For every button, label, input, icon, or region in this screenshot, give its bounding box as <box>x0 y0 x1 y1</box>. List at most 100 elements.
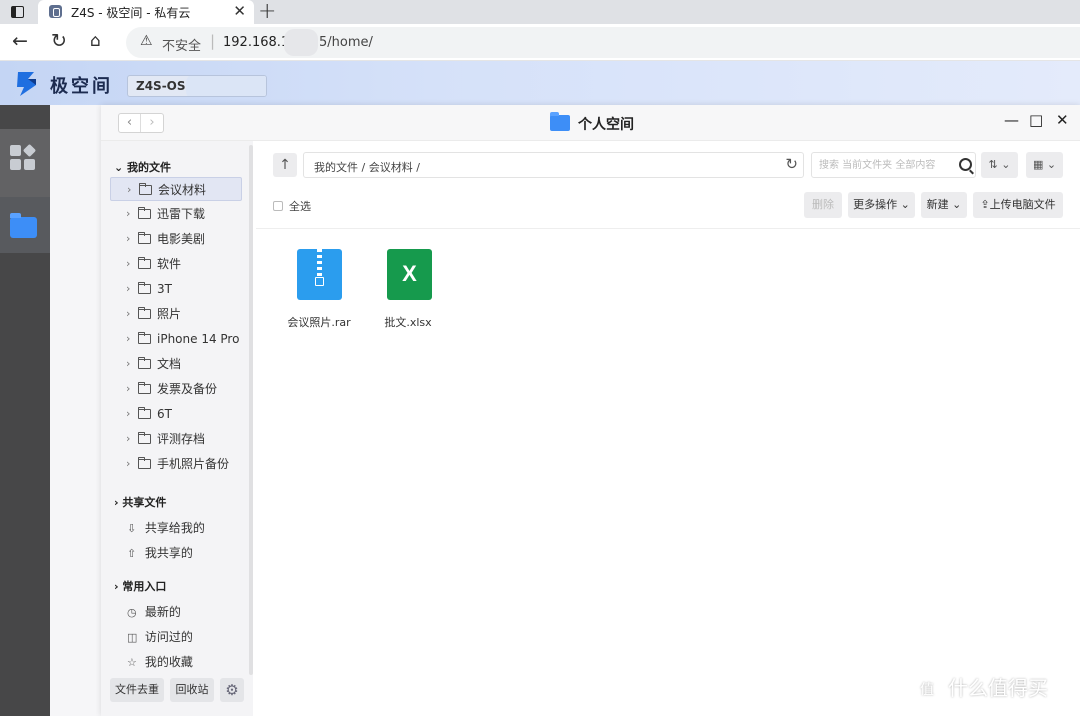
all-apps-icon[interactable] <box>10 143 37 171</box>
sidebar-shared-item[interactable]: ⇩ 共享给我的 <box>127 519 205 536</box>
path-bar[interactable]: 我的文件 / 会议材料 / ↻ <box>303 152 804 178</box>
sidebar-folder-item[interactable]: › 3T <box>110 277 242 301</box>
refresh-icon[interactable]: ↻ <box>785 155 798 173</box>
sidebar-folder-item[interactable]: › 手机照片备份 <box>110 452 242 476</box>
sidebar-folder-label: 文档 <box>157 357 182 371</box>
folder-outline-icon <box>138 407 151 419</box>
chevron-right-icon[interactable]: › <box>126 227 130 251</box>
sidebar-folder-label: 照片 <box>157 307 182 321</box>
search-input[interactable] <box>819 157 949 174</box>
sidebar-shortcut-item[interactable]: ◫ 访问过的 <box>127 628 193 645</box>
chevron-right-icon[interactable]: › <box>126 302 130 326</box>
sidebar-folder-item[interactable]: › 发票及备份 <box>110 377 242 401</box>
url-text-start: 192.168.1 <box>223 35 290 50</box>
section-shared[interactable]: › 共享文件 <box>114 494 166 510</box>
upload-label: 上传电脑文件 <box>989 198 1056 211</box>
history-nav: ‹ › <box>118 113 164 133</box>
section-shortcuts[interactable]: › 常用入口 <box>114 578 166 594</box>
file-manager-icon[interactable] <box>10 213 37 238</box>
home-icon[interactable]: ⌂ <box>90 31 101 51</box>
folder-outline-icon <box>138 382 151 394</box>
section-my-files-label: 我的文件 <box>127 161 172 174</box>
sidebar-folder-item[interactable]: › iPhone 14 Pro <box>110 327 242 351</box>
recycle-bin-button[interactable]: 回收站 <box>170 678 214 702</box>
sidebar-folder-label: 评测存档 <box>157 432 206 446</box>
watermark-badge-icon: 值 <box>912 674 942 705</box>
chevron-right-icon[interactable]: › <box>126 402 130 426</box>
device-name-badge[interactable]: Z4S-OS <box>127 75 267 97</box>
browser-tab-bar: Z4S - 极空间 - 私有云 ✕ + <box>0 0 1080 24</box>
section-my-files[interactable]: ⌄ 我的文件 <box>114 159 171 175</box>
nav-back-button[interactable]: ‹ <box>119 114 141 132</box>
insecure-label[interactable]: 不安全 <box>162 35 201 54</box>
dedupe-button[interactable]: 文件去重 <box>110 678 164 702</box>
sidebar-folder-item[interactable]: › 评测存档 <box>110 427 242 451</box>
chevron-right-icon[interactable]: › <box>126 352 130 376</box>
sidebar-folder-item[interactable]: › 电影美剧 <box>110 227 242 251</box>
reload-icon[interactable]: ↻ <box>51 30 67 52</box>
sidebar-shortcut-item[interactable]: ◷ 最新的 <box>127 603 181 620</box>
window-title: 个人空间 <box>578 117 634 133</box>
sidebar-folder-item[interactable]: › 6T <box>110 402 242 426</box>
sidebar-shortcut-item[interactable]: ☆ 我的收藏 <box>127 653 193 670</box>
search-icon[interactable] <box>959 158 972 171</box>
select-all-label: 全选 <box>289 200 311 213</box>
view-mode-button[interactable]: ▦ ⌄ <box>1026 152 1063 178</box>
tab-close-icon[interactable]: ✕ <box>233 2 246 20</box>
sidebar-folder-item[interactable]: › 文档 <box>110 352 242 376</box>
shared-with-me-icon: ⇩ <box>127 522 137 535</box>
chevron-right-icon[interactable]: › <box>126 327 130 351</box>
sidebar-folder-item[interactable]: › 照片 <box>110 302 242 326</box>
chevron-right-icon[interactable]: › <box>126 452 130 476</box>
sort-button[interactable]: ⇅ ⌄ <box>981 152 1018 178</box>
url-field[interactable]: ⚠ 不安全 | 192.168.1 5/home/ <box>126 27 1080 58</box>
sidebar-folder-label: 6T <box>157 407 172 421</box>
go-up-button[interactable]: ↑ <box>273 153 297 177</box>
sidebar-shared-label: 我共享的 <box>144 546 193 560</box>
back-arrow-icon[interactable]: ← <box>12 30 28 52</box>
sidebar-folder-item[interactable]: › 迅雷下载 <box>110 202 242 226</box>
sidebar-folder-item[interactable]: › 会议材料 <box>110 177 242 201</box>
path-text: 我的文件 / 会议材料 / <box>314 161 420 174</box>
new-button[interactable]: 新建 ⌄ <box>921 192 967 218</box>
new-tab-icon[interactable]: + <box>258 0 276 24</box>
sidebar-folder-label: 3T <box>157 282 172 296</box>
browser-tab[interactable]: Z4S - 极空间 - 私有云 ✕ <box>38 0 254 24</box>
minimize-button[interactable]: — <box>1004 111 1019 129</box>
chevron-right-icon[interactable]: › <box>126 252 130 276</box>
sidebar-folder-item[interactable]: › 软件 <box>110 252 242 276</box>
app-dock <box>0 105 50 716</box>
chevron-right-icon[interactable]: › <box>126 427 130 451</box>
checkbox-box <box>273 201 283 211</box>
zip-archive-icon <box>297 249 342 300</box>
select-all-checkbox[interactable]: 全选 <box>273 198 311 214</box>
nav-forward-button[interactable]: › <box>141 114 163 132</box>
file-name: 会议照片.rar <box>287 316 351 329</box>
close-window-button[interactable]: ✕ <box>1056 111 1069 129</box>
sidebar-folder-label: 手机照片备份 <box>157 457 230 471</box>
chevron-right-icon[interactable]: › <box>126 377 130 401</box>
more-actions-button[interactable]: 更多操作 ⌄ <box>848 192 915 218</box>
sidebar-shared-item[interactable]: ⇧ 我共享的 <box>127 544 193 561</box>
excel-icon: X <box>387 249 432 300</box>
chevron-right-icon[interactable]: › <box>127 178 131 202</box>
clock-icon: ◷ <box>127 606 137 619</box>
sidebar-shortcut-label: 最新的 <box>144 605 181 619</box>
maximize-button[interactable]: □ <box>1029 111 1043 129</box>
folder-outline-icon <box>138 432 151 444</box>
folder-outline-icon <box>138 232 151 244</box>
tab-actions-icon[interactable] <box>8 3 28 21</box>
tab-title: Z4S - 极空间 - 私有云 <box>71 6 191 20</box>
upload-button[interactable]: ⇪上传电脑文件 <box>973 192 1063 218</box>
file-name: 批文.xlsx <box>384 316 432 329</box>
sidebar-scrollbar[interactable] <box>249 145 253 675</box>
chevron-right-icon[interactable]: › <box>126 277 130 301</box>
site-favicon-icon <box>49 5 62 18</box>
delete-button[interactable]: 删除 <box>804 192 842 218</box>
warning-icon[interactable]: ⚠ <box>140 33 153 49</box>
toolbar-divider <box>256 228 1080 229</box>
settings-gear-icon[interactable]: ⚙ <box>220 678 244 702</box>
sidebar-folder-label: 软件 <box>157 257 182 271</box>
chevron-right-icon[interactable]: › <box>126 202 130 226</box>
file-manager-window: ‹ › 个人空间 — □ ✕ ⌄ 我的文件 › 会议材料 › 迅雷下载 › 电影美剧 › 软件… <box>101 105 1080 716</box>
